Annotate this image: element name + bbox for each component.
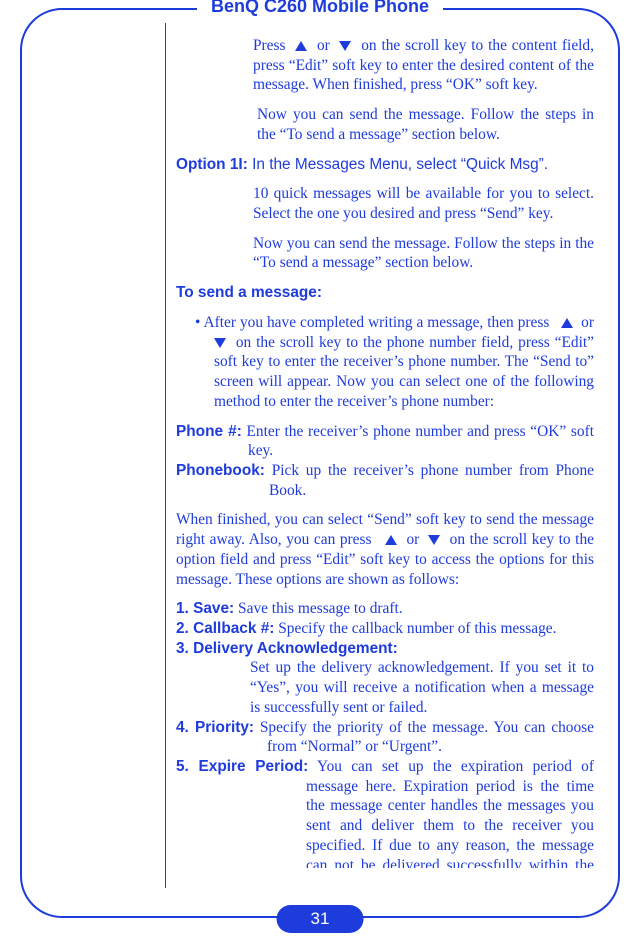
opt-expire-label: 5. Expire Period:: [176, 758, 308, 775]
option-1i-line2: 10 quick messages will be available for …: [176, 184, 594, 223]
page-number-badge: 31: [277, 905, 364, 933]
page-title: BenQ C260 Mobile Phone: [197, 0, 443, 17]
phonebook-line: Phonebook: Pick up the receiver’s phone …: [176, 461, 594, 500]
bullet-after: • After you have completed writing a mes…: [176, 313, 594, 412]
opt-expire: 5. Expire Period: You can set up the exp…: [176, 757, 594, 868]
option-1i-text1: In the Messages Menu, select “Quick Msg”…: [252, 156, 548, 173]
when-finished: When finished, you can select “Send” sof…: [176, 510, 594, 589]
down-arrow-icon: [214, 338, 226, 348]
opt-save-label: 1. Save:: [176, 600, 234, 617]
option-1i-line1: Option 1I: In the Messages Menu, select …: [176, 155, 594, 175]
up-arrow-icon: [561, 318, 573, 328]
to-send-heading: To send a message:: [176, 283, 594, 303]
up-arrow-icon: [295, 41, 307, 51]
body-text: Press or on the scroll key to the conten…: [176, 36, 594, 868]
down-arrow-icon: [428, 535, 440, 545]
phonebook-text: Pick up the receiver’s phone number from…: [269, 462, 594, 499]
phone-num-line: Phone #: Enter the receiver’s phone numb…: [176, 422, 594, 461]
down-arrow-icon: [339, 41, 351, 51]
opt-priority: 4. Priority: Specify the priority of the…: [176, 718, 594, 757]
opt-priority-text: Specify the priority of the message. You…: [260, 719, 594, 756]
phonebook-label: Phonebook:: [176, 462, 265, 479]
opt-priority-label: 4. Priority:: [176, 719, 254, 736]
up-arrow-icon: [385, 535, 397, 545]
vertical-separator: [165, 23, 166, 888]
option-1i-line3: Now you can send the message. Follow the…: [176, 234, 594, 273]
opt-save-text: Save this message to draft.: [238, 600, 403, 617]
phone-num-text: Enter the receiver’s phone number and pr…: [247, 423, 594, 460]
intro-p1: Press or on the scroll key to the conten…: [176, 36, 594, 95]
intro-p2: Now you can send the message. Follow the…: [176, 105, 594, 144]
opt-callback: 2. Callback #: Specify the callback numb…: [176, 619, 594, 639]
opt-expire-text: You can set up the expiration period of …: [306, 758, 594, 868]
option-1i-label: Option 1I:: [176, 156, 248, 173]
opt-callback-text: Specify the callback number of this mess…: [278, 620, 556, 637]
opt-callback-label: 2. Callback #:: [176, 620, 274, 637]
opt-save: 1. Save: Save this message to draft.: [176, 599, 594, 619]
phone-num-label: Phone #:: [176, 423, 242, 440]
opt-delivery-label: 3. Delivery Acknowledgement:: [176, 639, 594, 659]
opt-delivery-text: Set up the delivery acknowledgement. If …: [176, 658, 594, 717]
